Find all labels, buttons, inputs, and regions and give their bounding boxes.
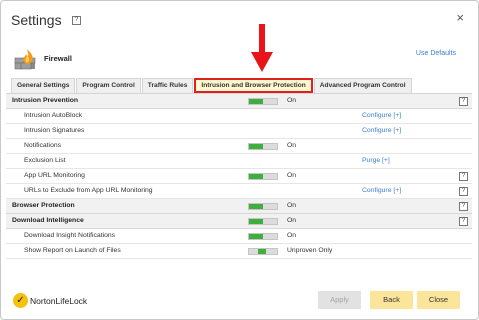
setting-row: Notifications On	[6, 139, 472, 154]
status-text: On	[287, 232, 297, 239]
setting-name: Exclusion List	[24, 157, 66, 164]
apply-button[interactable]: Apply	[318, 291, 361, 309]
status-text: On	[287, 202, 297, 209]
setting-row: App URL Monitoring On?	[6, 169, 472, 184]
tab-intrusion-and-browser-protection[interactable]: Intrusion and Browser Protection	[194, 78, 313, 93]
setting-name: Intrusion Prevention	[12, 97, 79, 104]
setting-name: URLs to Exclude from App URL Monitoring	[24, 187, 153, 194]
use-defaults-link[interactable]: Use Defaults	[416, 50, 456, 57]
status-text: On	[287, 97, 297, 104]
norton-check-icon: ✓	[13, 293, 28, 308]
purge-link[interactable]: Purge [+]	[362, 157, 390, 164]
setting-name: Browser Protection	[12, 202, 75, 209]
section-row: Browser Protection On?	[6, 199, 472, 214]
status-text: On	[287, 217, 297, 224]
settings-tabs: General Settings Program Control Traffic R…	[11, 78, 413, 93]
toggle-fill	[249, 174, 263, 179]
firewall-icon	[14, 49, 36, 70]
setting-name: Download Intelligence	[12, 217, 84, 224]
title-help-icon[interactable]: ?	[72, 16, 81, 25]
toggle-switch[interactable]	[248, 218, 278, 225]
tab-program-control[interactable]: Program Control	[76, 78, 141, 93]
toggle-fill	[249, 204, 263, 209]
setting-row: URLs to Exclude from App URL Monitoring C…	[6, 184, 472, 199]
setting-name: Notifications	[24, 142, 62, 149]
toggle-fill	[249, 99, 263, 104]
toggle-fill	[249, 219, 263, 224]
toggle-fill	[257, 249, 267, 254]
status-text: Unproven Only	[287, 247, 333, 254]
setting-row: Show Report on Launch of Files Unproven O…	[6, 244, 472, 259]
toggle-switch[interactable]	[248, 248, 278, 255]
toggle-switch[interactable]	[248, 143, 278, 150]
configure-link[interactable]: Configure [+]	[362, 112, 401, 119]
logo-text: NortonLifeLock	[30, 295, 88, 306]
configure-link[interactable]: Configure [+]	[362, 187, 401, 194]
close-icon[interactable]: ×	[456, 10, 464, 25]
setting-name: Download Insight Notifications	[24, 232, 116, 239]
toggle-switch[interactable]	[248, 233, 278, 240]
section-row: Intrusion Prevention On?	[6, 94, 472, 109]
toggle-switch[interactable]	[248, 98, 278, 105]
settings-table: Intrusion Prevention On? Intrusion AutoBlo…	[6, 93, 472, 259]
nortonlifelock-logo: ✓ NortonLifeLock	[13, 293, 87, 308]
toggle-switch[interactable]	[248, 173, 278, 180]
close-button[interactable]: Close	[417, 291, 460, 309]
toggle-switch[interactable]	[248, 203, 278, 210]
help-icon[interactable]: ?	[459, 172, 468, 181]
settings-window: Settings ? × Firewall Use Defaults Gener…	[0, 0, 479, 320]
help-icon[interactable]: ?	[459, 187, 468, 196]
window-title: Settings	[11, 12, 62, 28]
help-icon[interactable]: ?	[459, 217, 468, 226]
configure-link[interactable]: Configure [+]	[362, 127, 401, 134]
setting-row: Download Insight Notifications On	[6, 229, 472, 244]
status-text: On	[287, 172, 297, 179]
tab-advanced-program-control[interactable]: Advanced Program Control	[313, 78, 412, 93]
help-icon[interactable]: ?	[459, 97, 468, 106]
help-icon[interactable]: ?	[459, 202, 468, 211]
toggle-fill	[249, 234, 263, 239]
setting-name: App URL Monitoring	[24, 172, 85, 179]
status-text: On	[287, 142, 297, 149]
setting-name: Intrusion Signatures	[24, 127, 85, 134]
setting-row: Intrusion AutoBlock Configure [+]	[6, 109, 472, 124]
section-row: Download Intelligence On?	[6, 214, 472, 229]
setting-row: Intrusion Signatures Configure [+]	[6, 124, 472, 139]
red-arrow-annotation	[251, 24, 273, 72]
back-button[interactable]: Back	[370, 291, 413, 309]
toggle-fill	[249, 144, 263, 149]
setting-name: Intrusion AutoBlock	[24, 112, 83, 119]
firewall-label: Firewall	[44, 54, 72, 63]
setting-name: Show Report on Launch of Files	[24, 247, 121, 254]
tab-general-settings[interactable]: General Settings	[11, 78, 76, 93]
tab-traffic-rules[interactable]: Traffic Rules	[141, 78, 194, 93]
setting-row: Exclusion List Purge [+]	[6, 154, 472, 169]
